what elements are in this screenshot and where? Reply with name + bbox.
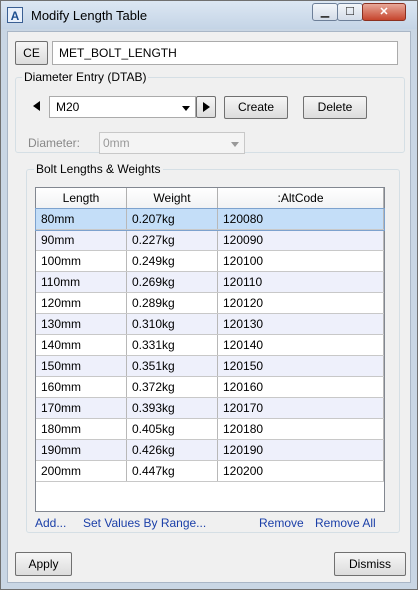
cell-length[interactable]: 160mm — [36, 376, 127, 398]
cell-weight[interactable]: 0.447kg — [126, 460, 218, 482]
apply-button[interactable]: Apply — [15, 552, 72, 576]
table-row[interactable]: 140mm 0.331kg 120140 — [36, 334, 384, 356]
maximize-button[interactable]: ☐ — [337, 3, 363, 21]
cell-length[interactable]: 180mm — [36, 418, 127, 440]
cell-weight[interactable]: 0.269kg — [126, 271, 218, 293]
bolt-lengths-group-label: Bolt Lengths & Weights — [34, 162, 163, 176]
cell-weight[interactable]: 0.426kg — [126, 439, 218, 461]
table-body: 80mm 0.207kg 120080 90mm 0.227kg 120090 100mm 0… — [35, 207, 385, 482]
diameter-label: Diameter: — [28, 136, 81, 150]
remove-all-link[interactable]: Remove All — [315, 516, 376, 530]
set-values-by-range-link[interactable]: Set Values By Range... — [83, 516, 206, 530]
modify-length-table-window: A Modify Length Table ▁ ☐ ✕ CE MET_BOLT_… — [0, 0, 418, 590]
cell-weight[interactable]: 0.310kg — [126, 313, 218, 335]
minimize-button[interactable]: ▁ — [312, 3, 338, 21]
cell-length[interactable]: 110mm — [36, 271, 127, 293]
cell-length[interactable]: 80mm — [36, 208, 127, 230]
cell-length[interactable]: 130mm — [36, 313, 127, 335]
cell-altcode[interactable]: 120080 — [217, 208, 384, 230]
cell-length[interactable]: 100mm — [36, 250, 127, 272]
table-row[interactable]: 170mm 0.393kg 120170 — [36, 397, 384, 419]
cell-weight[interactable]: 0.351kg — [126, 355, 218, 377]
cell-altcode[interactable]: 120090 — [217, 229, 384, 251]
ce-button[interactable]: CE — [15, 41, 48, 65]
table-row[interactable]: 190mm 0.426kg 120190 — [36, 439, 384, 461]
table-row[interactable]: 120mm 0.289kg 120120 — [36, 292, 384, 314]
delete-button[interactable]: Delete — [303, 96, 367, 119]
window-title: Modify Length Table — [31, 8, 148, 23]
diameter-field: 0mm — [99, 132, 245, 154]
cell-length[interactable]: 150mm — [36, 355, 127, 377]
table-row[interactable]: 200mm 0.447kg 120200 — [36, 460, 384, 482]
next-arrow-icon — [203, 102, 210, 112]
cell-length[interactable]: 190mm — [36, 439, 127, 461]
table-row[interactable]: 110mm 0.269kg 120110 — [36, 271, 384, 293]
diameter-entry-group-label: Diameter Entry (DTAB) — [22, 70, 149, 84]
title-bar[interactable]: A Modify Length Table ▁ ☐ ✕ — [1, 1, 417, 29]
cell-length[interactable]: 90mm — [36, 229, 127, 251]
diameter-field-value: 0mm — [103, 136, 130, 150]
cell-altcode[interactable]: 120140 — [217, 334, 384, 356]
cell-altcode[interactable]: 120180 — [217, 418, 384, 440]
cell-altcode[interactable]: 120190 — [217, 439, 384, 461]
cell-altcode[interactable]: 120100 — [217, 250, 384, 272]
add-link[interactable]: Add... — [35, 516, 66, 530]
dialog-body: CE MET_BOLT_LENGTH Diameter Entry (DTAB)… — [7, 31, 411, 583]
chevron-down-icon — [182, 106, 190, 111]
table-name-field[interactable]: MET_BOLT_LENGTH — [52, 41, 398, 65]
cell-weight[interactable]: 0.331kg — [126, 334, 218, 356]
cell-weight[interactable]: 0.207kg — [126, 208, 218, 230]
cell-length[interactable]: 200mm — [36, 460, 127, 482]
cell-weight[interactable]: 0.372kg — [126, 376, 218, 398]
table-row[interactable]: 80mm 0.207kg 120080 — [35, 207, 385, 231]
cell-length[interactable]: 170mm — [36, 397, 127, 419]
table-row[interactable]: 160mm 0.372kg 120160 — [36, 376, 384, 398]
cell-weight[interactable]: 0.227kg — [126, 229, 218, 251]
cell-weight[interactable]: 0.405kg — [126, 418, 218, 440]
column-header-altcode[interactable]: :AltCode — [217, 188, 384, 209]
bolt-lengths-grid[interactable]: Length Weight :AltCode 80mm 0.207kg 120080… — [35, 187, 385, 512]
create-button[interactable]: Create — [224, 96, 288, 119]
cell-altcode[interactable]: 120160 — [217, 376, 384, 398]
previous-arrow-icon[interactable] — [33, 101, 40, 111]
cell-weight[interactable]: 0.249kg — [126, 250, 218, 272]
cell-weight[interactable]: 0.289kg — [126, 292, 218, 314]
cell-altcode[interactable]: 120150 — [217, 355, 384, 377]
table-row[interactable]: 180mm 0.405kg 120180 — [36, 418, 384, 440]
table-row[interactable]: 130mm 0.310kg 120130 — [36, 313, 384, 335]
cell-altcode[interactable]: 120110 — [217, 271, 384, 293]
chevron-down-icon — [231, 142, 239, 147]
cell-length[interactable]: 140mm — [36, 334, 127, 356]
table-row[interactable]: 90mm 0.227kg 120090 — [36, 229, 384, 251]
cell-altcode[interactable]: 120130 — [217, 313, 384, 335]
diameter-select-value: M20 — [56, 100, 80, 114]
dismiss-button[interactable]: Dismiss — [334, 552, 406, 576]
cell-altcode[interactable]: 120200 — [217, 460, 384, 482]
cell-length[interactable]: 120mm — [36, 292, 127, 314]
column-header-weight[interactable]: Weight — [126, 188, 218, 209]
cell-altcode[interactable]: 120120 — [217, 292, 384, 314]
column-header-length[interactable]: Length — [36, 188, 127, 209]
next-button[interactable] — [196, 96, 216, 118]
table-row[interactable]: 100mm 0.249kg 120100 — [36, 250, 384, 272]
app-icon: A — [7, 7, 23, 23]
close-button[interactable]: ✕ — [362, 3, 406, 21]
table-header-row: Length Weight :AltCode — [36, 188, 384, 209]
bolt-lengths-table: Length Weight :AltCode 80mm 0.207kg 120080… — [35, 188, 385, 482]
table-row[interactable]: 150mm 0.351kg 120150 — [36, 355, 384, 377]
remove-link[interactable]: Remove — [259, 516, 304, 530]
cell-weight[interactable]: 0.393kg — [126, 397, 218, 419]
cell-altcode[interactable]: 120170 — [217, 397, 384, 419]
diameter-select[interactable]: M20 — [49, 96, 196, 118]
